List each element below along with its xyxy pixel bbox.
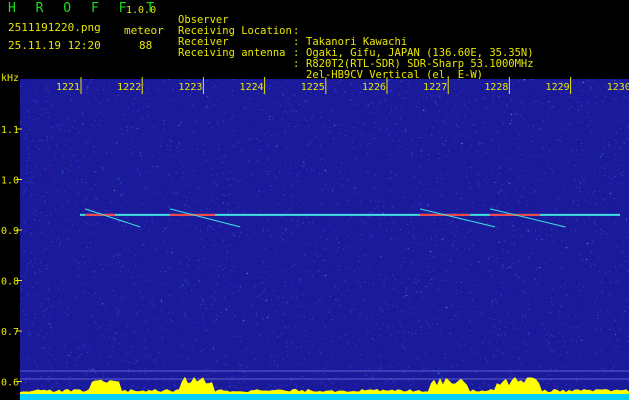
x-tick-label: 1221 bbox=[56, 82, 80, 93]
x-tick-group: 1221 1222 1223 1224 1225 1226 1227 1228 1229 1230 bbox=[56, 77, 629, 94]
x-tick-label: 1226 bbox=[362, 82, 386, 93]
info-row-observer: Observer : Takanori Kawachi bbox=[178, 4, 407, 48]
y-tick-label: 0.9 bbox=[1, 226, 19, 237]
file-name: 2511191220.png bbox=[8, 21, 101, 34]
doppler-trace bbox=[419, 208, 496, 228]
info-key: Receiving antenna bbox=[178, 47, 286, 59]
x-tick-label: 1224 bbox=[240, 82, 264, 93]
info-row-receiver: Receiver : R820T2(RTL-SDR) SDR-Sharp 53.… bbox=[178, 26, 534, 70]
y-tick-label: 1.0 bbox=[1, 176, 19, 187]
y-tick-label: 1.1 bbox=[1, 125, 19, 136]
x-tick-label: 1227 bbox=[423, 82, 447, 93]
x-tick-label: 1229 bbox=[546, 82, 570, 93]
x-tick-label: 1228 bbox=[484, 82, 508, 93]
app-version: 1.0.0 bbox=[126, 5, 157, 16]
doppler-trace bbox=[84, 208, 141, 228]
bottom-histogram bbox=[20, 370, 629, 400]
info-row-antenna: Receiving antenna : 2el-HB9CV Vertical (… bbox=[178, 37, 483, 81]
x-tick-label: 1222 bbox=[117, 82, 141, 93]
y-tick-label: 0.6 bbox=[1, 378, 19, 389]
spectrogram-overlay: kHz 1221 1222 1223 1224 1225 1226 1227 1228 1229… bbox=[1, 73, 629, 400]
meteor-label: meteor bbox=[124, 24, 164, 37]
station-info: Observer : Takanori Kawachi Receiving Lo… bbox=[178, 4, 534, 81]
y-tick-group: 1.1 1.0 0.9 0.8 0.7 0.6 bbox=[1, 125, 22, 389]
doppler-trace bbox=[489, 208, 566, 228]
x-tick-label: 1225 bbox=[301, 82, 325, 93]
signal-traces bbox=[80, 208, 620, 228]
meteor-count: 88 bbox=[139, 39, 153, 52]
y-tick-label: 0.8 bbox=[1, 277, 19, 288]
y-tick-label: 0.7 bbox=[1, 327, 19, 338]
info-row-location: Receiving Location : Ogaki, Gifu, JAPAN … bbox=[178, 15, 534, 59]
axis-unit-label: kHz bbox=[1, 73, 19, 84]
timestamp: 25.11.19 12:20 bbox=[8, 39, 101, 52]
header-panel: H R O F F T 1.0.0 2511191220.png meteor … bbox=[0, 0, 629, 81]
x-tick-label: 1230 bbox=[607, 82, 629, 93]
doppler-trace bbox=[169, 208, 241, 228]
x-tick-label: 1223 bbox=[178, 82, 202, 93]
